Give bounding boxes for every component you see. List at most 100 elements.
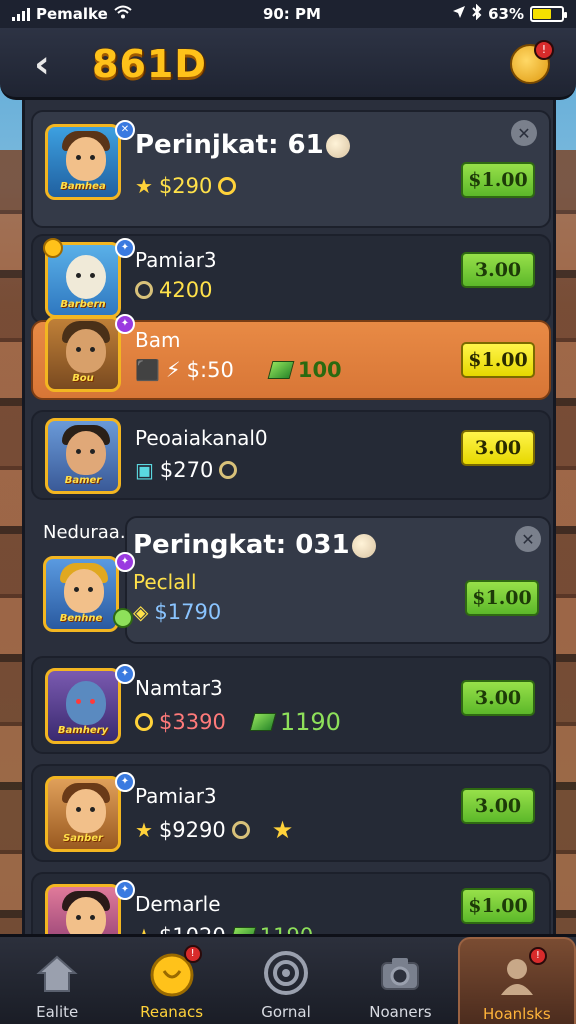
location-icon [452,5,466,23]
battery-icon [529,6,567,22]
rank-badge-icon: ✕ [115,120,135,140]
notification-badge: ! [183,945,202,963]
star-icon: ★ [135,818,153,842]
rank-badge-icon: ✦ [115,238,135,258]
signal-icon [12,7,30,21]
wifi-icon [114,5,132,23]
coin-badge-icon [113,608,133,628]
player-rank-text: Peringkat: 031 [133,530,350,560]
rank-badge-icon: ✦ [115,880,135,900]
list-item-selected[interactable]: Bou ✦ Bam ⬛ ⚡ $:50 100 $1.00 [31,314,551,400]
nav-item-profile[interactable]: ! Hoanlsks [457,937,576,1024]
player-avatar: Bamhery [45,668,121,744]
player-name: Peoaiakanal0 [135,426,268,450]
buy-button[interactable]: $1.00 [461,342,535,378]
player-name: Namtar3 [135,676,223,700]
player-stat-value: $3390 [159,710,226,734]
player-stat: 4200 [135,278,212,302]
nav-item-camera[interactable]: Noaners [343,937,457,1024]
player-rank-text: Perinjkat: 61 [135,130,324,160]
buy-button[interactable]: 3.00 [461,788,535,824]
coin-bag-icon: ! [148,945,202,997]
close-button[interactable]: ✕ [515,526,541,552]
notification-badge: ! [528,947,547,965]
player-name: Peclall [133,570,197,594]
player-gem-value: 1190 [279,708,341,736]
list-item[interactable]: ✦ Demarle ★ $1020 1190 $1.00 [31,872,551,938]
profile-coin-icon[interactable]: ! [510,40,554,84]
player-avatar [45,884,121,938]
coin-icon [135,281,153,299]
target-icon [262,949,310,997]
clock: 90: PM [262,5,321,23]
nav-item-rewards[interactable]: ! Reanacs [114,937,228,1024]
nav-item-home[interactable]: Ealite [0,937,114,1024]
player-name: Demarle [135,892,221,916]
player-name: Pamiar3 [135,248,217,272]
carrier-name: Pemalke [36,5,108,23]
back-button[interactable]: ‹ [24,42,60,86]
nav-label: Reanacs [140,1003,204,1021]
list-item[interactable]: Bamhea ✕ Perinjkat: 61 ★ $290 ✕ $1.00 [31,110,551,228]
section-label: Neduraa. [43,522,126,543]
close-button[interactable]: ✕ [511,120,537,146]
buy-button[interactable]: $1.00 [461,162,535,198]
camera-icon [376,949,424,997]
battery-fill [532,9,551,19]
nav-label: Noaners [369,1003,432,1021]
list-item[interactable]: Sanber ✦ Pamiar3 ★ $9290 ★ 3.00 [31,764,551,862]
player-avatar: Bamer [45,418,121,494]
player-stat-value: $270 [159,458,214,482]
gem-icon [249,713,277,731]
coin-icon [231,821,250,839]
buy-button[interactable]: 3.00 [461,430,535,466]
player-stat-value: 4200 [159,278,213,302]
player-stat-value: $290 [158,174,213,198]
nav-item-games[interactable]: Gornal [229,937,343,1024]
player-stat: ★ $9290 ★ [135,816,293,844]
list-item[interactable]: Bamer Peoaiakanal0 ▣ $270 3.00 [31,410,551,500]
list-item[interactable]: Bamhery ✦ Namtar3 $3390 1190 3.00 [31,656,551,754]
rank-badge-icon: ✦ [115,314,135,334]
buy-button[interactable]: $1.00 [465,580,539,616]
buy-button[interactable]: 3.00 [461,252,535,288]
nav-label: Ealite [36,1003,79,1021]
user-icon: ! [493,947,547,999]
status-right: 63% [452,3,567,24]
rank-badge-icon: ✦ [115,664,135,684]
home-icon [33,949,81,997]
top-header: ‹ 861D ! [0,28,576,100]
gem-icon [267,361,295,379]
avatar-plate: Bamhea [60,181,106,192]
buy-button[interactable]: $1.00 [461,888,535,924]
ticket-icon: ▣ [135,458,154,482]
player-rank-title: Perinjkat: 61 [135,130,350,160]
leaderboard-list[interactable]: Bamhea ✕ Perinjkat: 61 ★ $290 ✕ $1.00 Ba… [22,100,556,938]
player-avatar: Bamhea [45,124,121,200]
coin-badge-icon [43,238,63,258]
gem-outline-icon: ◈ [133,600,149,624]
rank-badge-icon: ✦ [115,552,135,572]
coin-total: 861D [92,42,207,86]
player-stat: ▣ $270 [135,458,238,482]
status-bar: Pemalke 90: PM 63% [0,0,576,28]
list-item[interactable]: Barbern ✦ Pamiar3 4200 3.00 [31,234,551,324]
player-avatar: Bou [45,316,121,392]
player-name: Bam [135,328,181,352]
battery-percent: 63% [488,5,524,23]
player-name: Pamiar3 [135,784,217,808]
player-avatar: Sanber [45,776,121,852]
bottom-nav: Ealite ! Reanacs Gornal Noaners ! Hoanls… [0,934,576,1024]
rank-icon [325,133,350,158]
coin-icon [135,713,153,731]
star-icon: ★ [135,174,153,198]
avatar-plate: Bou [72,373,94,384]
coin-icon [218,177,237,195]
buy-button[interactable]: 3.00 [461,680,535,716]
bluetooth-icon [472,3,482,24]
player-rank-title: Peringkat: 031 [133,530,376,560]
coin-icon [219,461,238,479]
status-left: Pemalke [12,5,132,23]
avatar-plate: Barbern [60,299,106,310]
player-stat: ⬛ ⚡ $:50 100 [135,358,342,382]
